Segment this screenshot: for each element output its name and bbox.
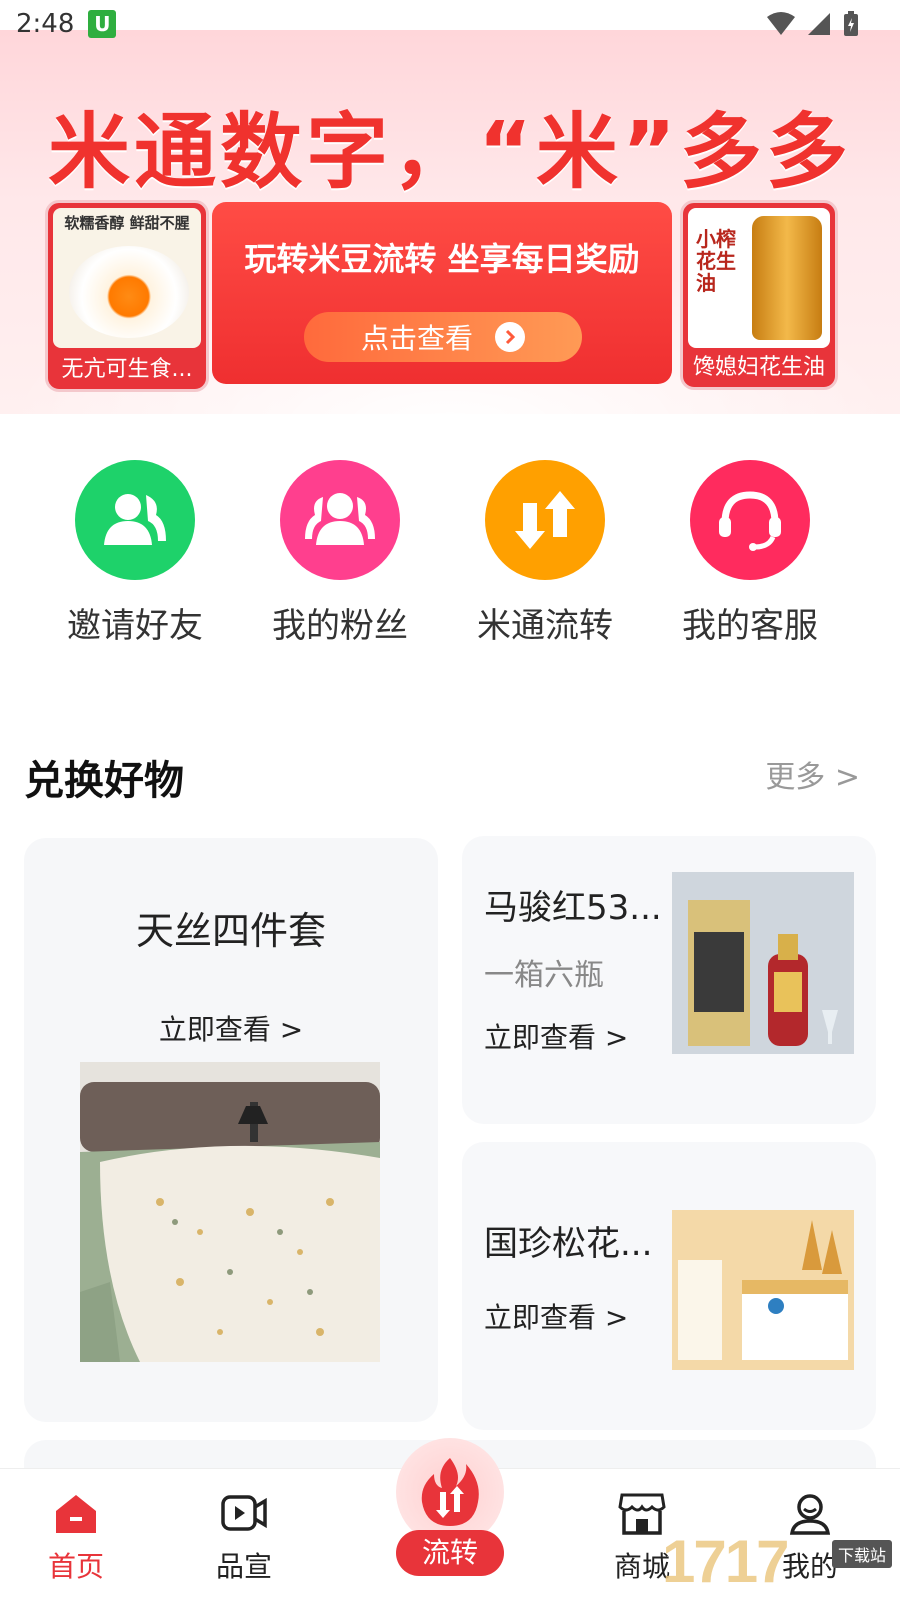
nav-promo-label: 品宣 — [215, 1550, 272, 1583]
thumb-headline: 软糯香醇 鲜甜不腥 — [64, 214, 190, 232]
view-now-link[interactable]: 立即查看 > — [484, 1296, 628, 1336]
status-time: 2:48 — [16, 9, 75, 39]
my-fans-button[interactable]: 我的粉丝 — [250, 460, 430, 647]
oil-bottle-graphic — [752, 216, 822, 340]
product-name: 国珍松花... — [484, 1224, 653, 1264]
users-icon — [280, 460, 400, 580]
home-icon — [16, 1489, 136, 1537]
hero-promo-card[interactable]: 玩转米豆流转 坐享每日奖励 点击查看 — [212, 202, 672, 384]
swap-icon — [485, 460, 605, 580]
app-notification-icon: U — [88, 10, 117, 38]
status-bar: 2:48 U — [0, 0, 900, 48]
nav-home-label: 首页 — [47, 1550, 104, 1583]
product-card-pine-pollen[interactable]: 国珍松花... 立即查看 > — [462, 1142, 876, 1430]
view-now-link[interactable]: 立即查看 > — [484, 1016, 628, 1056]
hero-banner[interactable]: 米通数字，“米”多多 软糯香醇 鲜甜不腥 无亢可生食... 玩转米豆流转 坐享每… — [0, 30, 900, 414]
view-now-link[interactable]: 立即查看 > — [24, 1008, 438, 1048]
site-watermark: 1717 下载站 — [662, 1528, 892, 1600]
customer-service-button[interactable]: 我的客服 — [660, 460, 840, 647]
hero-right-caption: 馋媳妇花生油 — [692, 355, 825, 380]
hero-promo-text: 玩转米豆流转 坐享每日奖励 — [244, 240, 640, 278]
invite-friends-label: 邀请好友 — [67, 606, 203, 646]
more-link[interactable]: 更多 > — [765, 752, 860, 796]
chevron-right-icon — [495, 322, 525, 352]
egg-yolk-graphic — [69, 246, 189, 338]
peanut-oil-image: 小榨花生油 — [688, 208, 830, 348]
hero-product-card-right[interactable]: 小榨花生油 馋媳妇花生油 — [680, 200, 838, 390]
view-now-button[interactable]: 点击查看 — [304, 312, 582, 362]
my-fans-label: 我的粉丝 — [272, 606, 408, 646]
egg-product-image: 软糯香醇 鲜甜不腥 — [53, 208, 201, 348]
user-icon — [75, 460, 195, 580]
section-title: 兑换好物 — [24, 758, 184, 804]
liquor-image — [672, 872, 854, 1054]
hero-title: 米通数字，“米”多多 — [48, 105, 852, 200]
product-card-liquor[interactable]: 马骏红53... 一箱六瓶 立即查看 > — [462, 836, 876, 1124]
nav-home[interactable]: 首页 — [16, 1489, 136, 1585]
hero-left-caption: 无亢可生食... — [61, 357, 193, 382]
invite-friends-button[interactable]: 邀请好友 — [45, 460, 225, 647]
pine-pollen-image — [672, 1210, 854, 1370]
mitong-transfer-button[interactable]: 米通流转 — [455, 460, 635, 647]
product-name: 天丝四件套 — [135, 909, 326, 953]
wifi-icon — [767, 12, 795, 35]
mitong-transfer-label: 米通流转 — [477, 606, 613, 646]
nav-transfer-label[interactable]: 流转 — [396, 1530, 504, 1576]
fire-swap-icon — [421, 1458, 479, 1526]
customer-service-label: 我的客服 — [682, 606, 818, 646]
oil-label-text: 小榨花生油 — [696, 227, 736, 295]
watermark-text: 1717 — [662, 1528, 789, 1595]
watermark-tag: 下载站 — [831, 1540, 892, 1568]
nav-promo[interactable]: 品宣 — [184, 1489, 304, 1585]
product-card-bedding[interactable]: 天丝四件套 立即查看 > — [24, 838, 438, 1422]
battery-icon — [844, 11, 858, 36]
headset-icon — [690, 460, 810, 580]
bedding-image — [80, 1062, 380, 1362]
product-name: 马骏红53... — [484, 888, 662, 928]
signal-icon — [808, 13, 830, 35]
view-now-label: 点击查看 — [360, 322, 473, 355]
status-indicators — [766, 10, 860, 38]
product-subtitle: 一箱六瓶 — [484, 958, 604, 993]
quick-actions: 邀请好友 我的粉丝 米通流转 我的客服 — [0, 460, 900, 660]
video-icon — [184, 1489, 304, 1537]
hero-product-card-left[interactable]: 软糯香醇 鲜甜不腥 无亢可生食... — [45, 200, 209, 392]
